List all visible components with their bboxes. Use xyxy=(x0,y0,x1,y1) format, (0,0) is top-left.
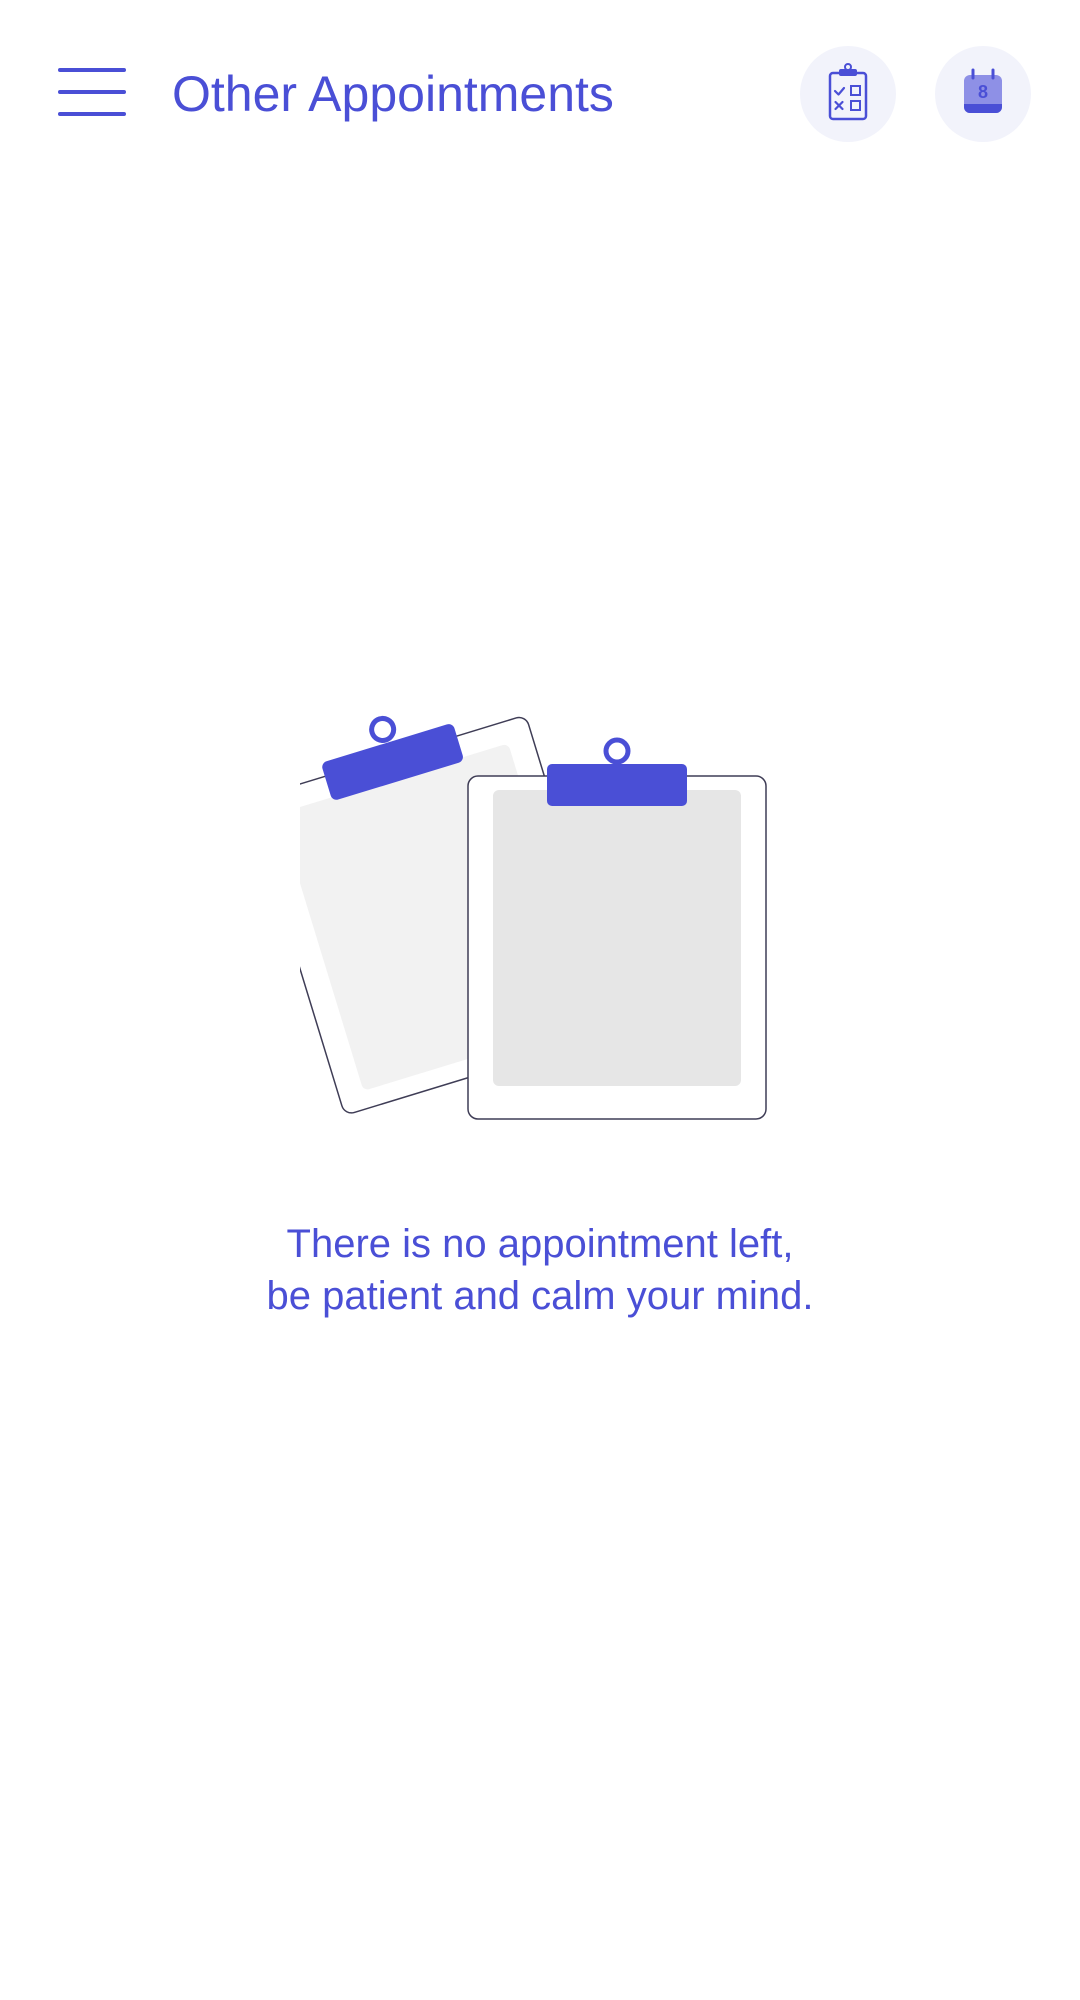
front-clipboard xyxy=(467,737,767,1120)
empty-clipboards-icon xyxy=(300,715,767,1120)
checklist-button[interactable] xyxy=(800,46,896,142)
calendar-button[interactable]: 8 xyxy=(935,46,1031,142)
calendar-day-number: 8 xyxy=(978,82,988,102)
hamburger-menu-icon xyxy=(58,68,126,72)
menu-bar-bottom xyxy=(58,112,126,116)
empty-state-message: There is no appointment left, be patient… xyxy=(140,1218,940,1322)
page-title: Other Appointments xyxy=(172,66,614,122)
empty-state-line-1: There is no appointment left, xyxy=(286,1222,794,1266)
empty-state-line-2: be patient and calm your mind. xyxy=(266,1274,814,1318)
app-header: Other Appointments 8 xyxy=(0,0,1080,190)
calendar-icon: 8 xyxy=(964,68,1002,113)
menu-button[interactable] xyxy=(58,68,126,120)
clipboard-checklist-icon xyxy=(828,63,868,121)
menu-bar-middle xyxy=(58,90,126,94)
